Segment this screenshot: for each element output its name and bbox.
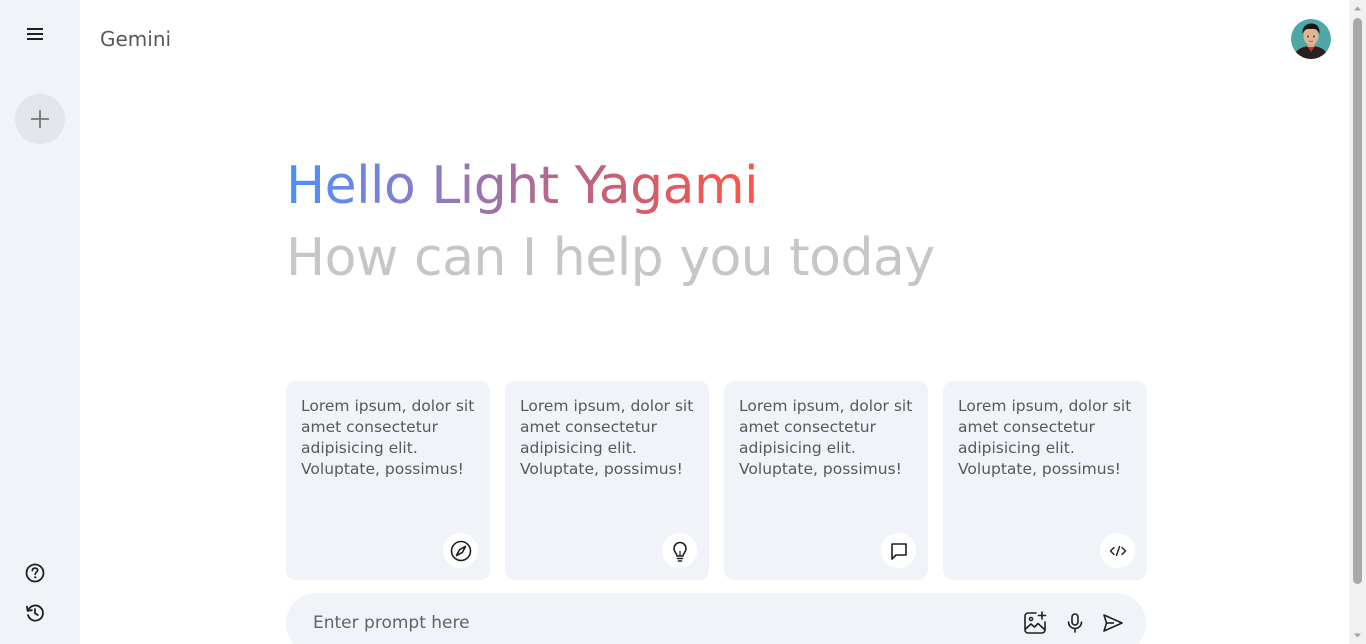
menu-icon <box>27 28 43 40</box>
card-icon-wrap <box>881 533 916 568</box>
send-icon <box>1103 614 1123 632</box>
card-text: Lorem ipsum, dolor sit amet consectetur … <box>301 397 475 478</box>
card-icon-wrap <box>443 533 478 568</box>
scrollbar-thumb[interactable] <box>1353 18 1362 584</box>
suggestion-cards: Lorem ipsum, dolor sit amet consectetur … <box>286 381 1147 580</box>
history-button[interactable] <box>22 600 48 626</box>
send-button[interactable] <box>1100 610 1126 636</box>
plus-icon <box>31 110 49 128</box>
card-text: Lorem ipsum, dolor sit amet consectetur … <box>739 397 913 478</box>
code-icon <box>1109 545 1126 556</box>
microphone-button[interactable] <box>1062 610 1088 636</box>
suggestion-card[interactable]: Lorem ipsum, dolor sit amet consectetur … <box>286 381 490 580</box>
suggestion-card[interactable]: Lorem ipsum, dolor sit amet consectetur … <box>943 381 1147 580</box>
compass-icon <box>450 540 471 561</box>
history-icon <box>26 604 44 622</box>
user-avatar[interactable] <box>1291 19 1331 59</box>
card-icon-wrap <box>1100 533 1135 568</box>
microphone-icon <box>1067 613 1083 633</box>
upload-image-button[interactable] <box>1022 610 1048 636</box>
prompt-input[interactable] <box>313 611 993 635</box>
card-text: Lorem ipsum, dolor sit amet consectetur … <box>958 397 1132 478</box>
new-chat-button[interactable] <box>15 94 65 144</box>
gallery-add-icon <box>1024 611 1047 634</box>
suggestion-card[interactable]: Lorem ipsum, dolor sit amet consectetur … <box>724 381 928 580</box>
scroll-up-arrow-icon[interactable] <box>1353 4 1362 13</box>
page-scrollbar[interactable] <box>1349 0 1366 644</box>
user-photo-icon <box>1291 19 1331 59</box>
bulb-icon <box>672 541 687 562</box>
menu-button[interactable] <box>22 22 48 46</box>
greeting-title: Hello Light Yagami <box>286 152 759 220</box>
message-icon <box>890 542 907 560</box>
scroll-down-arrow-icon[interactable] <box>1353 631 1362 640</box>
help-button[interactable] <box>22 560 48 586</box>
greeting: Hello Light Yagami How can I help you to… <box>286 152 935 292</box>
card-text: Lorem ipsum, dolor sit amet consectetur … <box>520 397 694 478</box>
greeting-subtitle: How can I help you today <box>286 228 935 288</box>
sidebar <box>0 0 80 644</box>
prompt-bar <box>286 593 1146 644</box>
app-title: Gemini <box>100 27 172 51</box>
card-icon-wrap <box>662 533 697 568</box>
suggestion-card[interactable]: Lorem ipsum, dolor sit amet consectetur … <box>505 381 709 580</box>
help-icon <box>25 563 45 583</box>
